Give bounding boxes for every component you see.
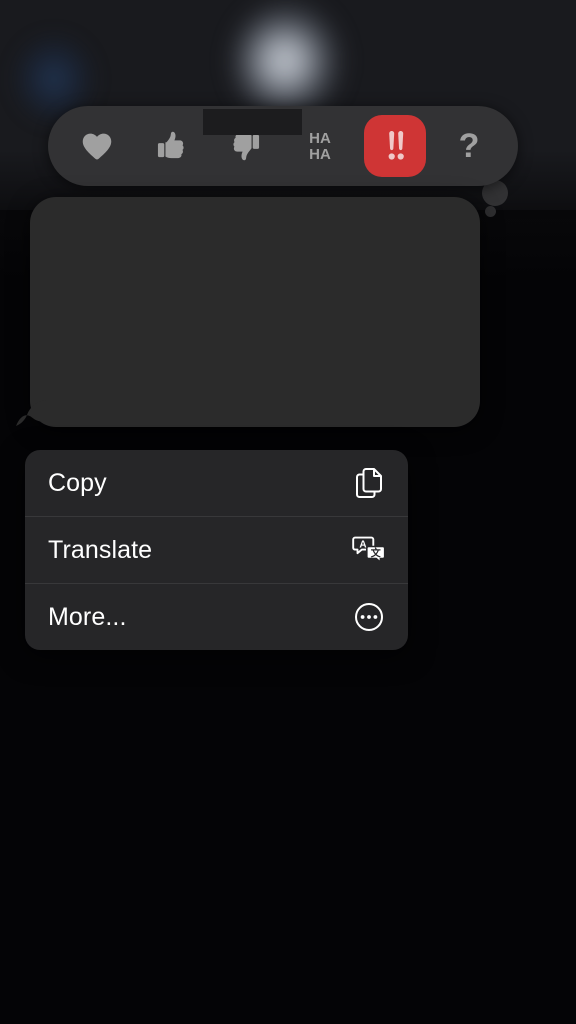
message-text	[30, 197, 480, 237]
translate-letter-cjk: 文	[371, 546, 382, 559]
tapback-exclamation[interactable]	[363, 115, 426, 177]
haha-text-top: HA	[309, 130, 331, 147]
context-menu-item-copy[interactable]: Copy	[25, 450, 408, 516]
message-context-menu: Copy Translate A 文 More...	[25, 450, 408, 650]
message-bubble[interactable]	[30, 197, 480, 427]
thumbs-up-icon	[152, 127, 190, 165]
double-exclamation-icon	[378, 127, 412, 165]
question-mark-icon: ?	[452, 126, 486, 166]
redaction-bar	[203, 109, 302, 135]
more-ellipsis-circle-icon	[352, 600, 386, 634]
context-menu-label-more: More...	[48, 602, 127, 631]
tapback-reaction-bar[interactable]: HA HA ?	[48, 106, 518, 217]
tapback-thumbs-up[interactable]	[140, 115, 202, 177]
tapback-heart[interactable]	[66, 115, 128, 177]
context-menu-label-translate: Translate	[48, 535, 153, 564]
translate-icon: A 文	[352, 533, 386, 567]
heart-icon	[78, 127, 116, 165]
messages-screen: HA HA ? Copy Translate A 文 More...	[0, 0, 576, 1024]
copy-icon	[352, 466, 386, 500]
context-menu-item-translate[interactable]: Translate A 文	[25, 517, 408, 583]
translate-letter-a: A	[359, 539, 366, 550]
tapback-question[interactable]: ?	[438, 115, 500, 177]
context-menu-item-more[interactable]: More...	[25, 584, 408, 650]
blurred-contact-avatar	[232, 2, 342, 120]
haha-icon: HA HA	[298, 126, 342, 166]
haha-text-bottom: HA	[309, 146, 331, 163]
context-menu-label-copy: Copy	[48, 468, 107, 497]
question-mark-glyph: ?	[459, 127, 480, 165]
tapback-tail-small	[485, 206, 496, 217]
message-bubble-tail	[16, 398, 46, 428]
